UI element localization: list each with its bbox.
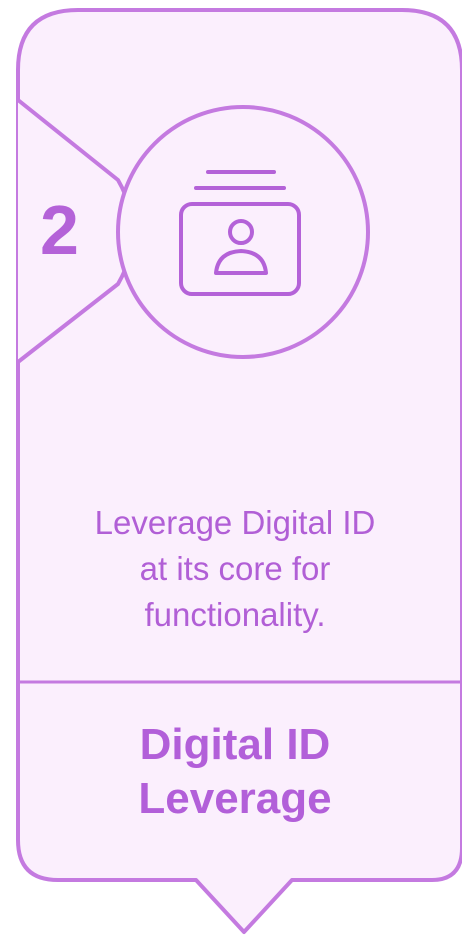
step-card: 2 Leverage Digital ID at its core for fu… [0, 0, 462, 943]
card-description: Leverage Digital ID at its core for func… [94, 504, 376, 633]
icon-circle [116, 105, 370, 359]
step-number: 2 [40, 191, 79, 269]
card-title: Digital ID Leverage [138, 720, 332, 823]
